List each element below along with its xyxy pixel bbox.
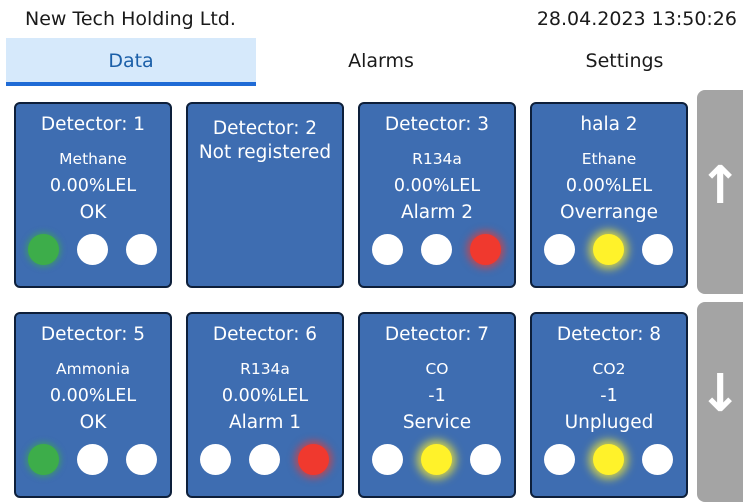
led-indicator	[298, 444, 329, 475]
led-indicator	[126, 444, 157, 475]
detector-card-8[interactable]: Detector: 8 CO2 -1 Unpluged	[530, 312, 688, 498]
led-indicator	[642, 444, 673, 475]
detector-card-1[interactable]: Detector: 1 Methane 0.00%LEL OK	[14, 102, 172, 288]
detector-gas: CO	[425, 360, 449, 378]
detector-gas: R134a	[240, 360, 290, 378]
detector-value: 0.00%LEL	[49, 176, 137, 196]
led-indicator	[77, 234, 108, 265]
detector-card-7[interactable]: Detector: 7 CO -1 Service	[358, 312, 516, 498]
top-bar: New Tech Holding Ltd. 28.04.2023 13:50:2…	[0, 0, 743, 38]
led-indicator	[372, 444, 403, 475]
detector-title: Detector: 2	[212, 118, 318, 139]
led-indicator	[593, 444, 624, 475]
detector-state: Unpluged	[564, 412, 654, 433]
detector-title: Detector: 5	[40, 324, 146, 345]
detector-gas: Methane	[59, 150, 127, 168]
detector-card-3[interactable]: Detector: 3 R134a 0.00%LEL Alarm 2	[358, 102, 516, 288]
detector-card-2[interactable]: Detector: 2 Not registered	[186, 102, 344, 288]
led-indicator	[593, 234, 624, 265]
status-leds	[16, 234, 170, 266]
led-indicator	[421, 234, 452, 265]
led-indicator	[28, 234, 59, 265]
detector-state: OK	[79, 412, 107, 433]
detector-state: OK	[79, 202, 107, 223]
detector-value: 0.00%LEL	[565, 176, 653, 196]
detector-state: Overrange	[560, 202, 658, 223]
led-indicator	[470, 234, 501, 265]
detector-gas: Ammonia	[56, 360, 130, 378]
detector-card-5[interactable]: Detector: 5 Ammonia 0.00%LEL OK	[14, 312, 172, 498]
detector-value: -1	[428, 386, 446, 406]
tab-settings[interactable]: Settings	[506, 38, 743, 86]
led-indicator	[200, 444, 231, 475]
detector-title: hala 2	[580, 114, 638, 135]
detector-gas: CO2	[592, 360, 626, 378]
detector-state: Alarm 1	[228, 412, 302, 433]
scroll-up-button[interactable]: ↑	[697, 90, 743, 294]
status-leds	[532, 444, 686, 476]
detector-gas: Ethane	[581, 150, 637, 168]
detector-title: Detector: 3	[384, 114, 490, 135]
detector-card-4[interactable]: hala 2 Ethane 0.00%LEL Overrange	[530, 102, 688, 288]
led-indicator	[249, 444, 280, 475]
detector-title: Detector: 8	[556, 324, 662, 345]
status-leds	[188, 444, 342, 476]
arrow-down-icon: ↓	[698, 364, 742, 424]
detector-value: -1	[600, 386, 618, 406]
detector-title: Detector: 1	[40, 114, 146, 135]
detector-value: 0.00%LEL	[221, 386, 309, 406]
status-leds	[360, 444, 514, 476]
date-time: 28.04.2023 13:50:26	[536, 8, 737, 30]
arrow-up-icon: ↑	[698, 156, 742, 216]
detector-title: Detector: 7	[384, 324, 490, 345]
detector-value: 0.00%LEL	[49, 386, 137, 406]
led-indicator	[77, 444, 108, 475]
company-name: New Tech Holding Ltd.	[25, 8, 236, 30]
led-indicator	[470, 444, 501, 475]
detector-state: Alarm 2	[400, 202, 474, 223]
led-indicator	[421, 444, 452, 475]
detector-card-6[interactable]: Detector: 6 R134a 0.00%LEL Alarm 1	[186, 312, 344, 498]
status-leds	[16, 444, 170, 476]
status-leds	[360, 234, 514, 266]
detector-gas: R134a	[412, 150, 462, 168]
led-indicator	[372, 234, 403, 265]
tab-data[interactable]: Data	[6, 38, 256, 86]
tab-bar: Data Alarms Settings	[0, 38, 743, 86]
detector-value: 0.00%LEL	[393, 176, 481, 196]
scroll-down-button[interactable]: ↓	[697, 302, 743, 502]
tab-alarms[interactable]: Alarms	[256, 38, 506, 86]
led-indicator	[28, 444, 59, 475]
led-indicator	[544, 444, 575, 475]
led-indicator	[544, 234, 575, 265]
led-indicator	[642, 234, 673, 265]
not-registered-label: Not registered	[198, 142, 332, 163]
detector-title: Detector: 6	[212, 324, 318, 345]
led-indicator	[126, 234, 157, 265]
detector-state: Service	[402, 412, 472, 433]
status-leds	[532, 234, 686, 266]
